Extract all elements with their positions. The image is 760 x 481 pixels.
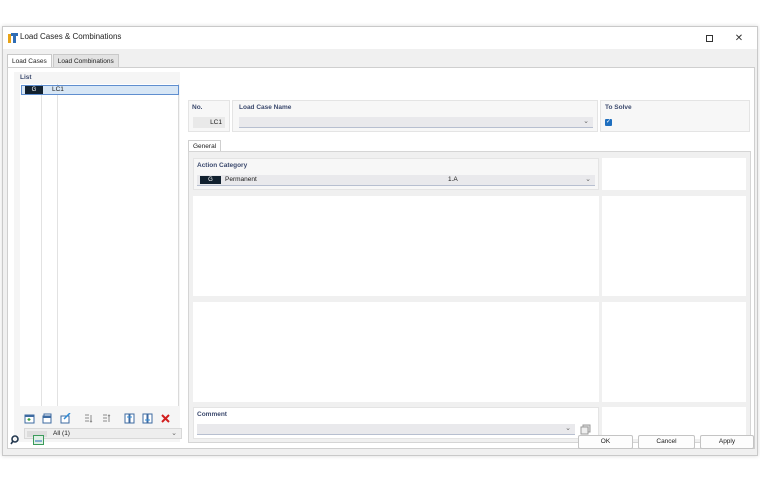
tab-load-combinations[interactable]: Load Combinations xyxy=(52,54,119,67)
chevron-down-icon: ⌄ xyxy=(171,430,177,437)
export-icon[interactable] xyxy=(142,413,153,424)
empty-panel xyxy=(193,302,599,402)
name-label: Load Case Name xyxy=(239,104,292,111)
search-icon[interactable] xyxy=(10,435,20,445)
filter-value: All (1) xyxy=(53,430,70,437)
tab-load-cases[interactable]: Load Cases xyxy=(7,54,52,67)
chevron-down-icon: ⌄ xyxy=(585,176,591,183)
general-tab-area: Action Category G Permanent 1.A ⌄ Commen… xyxy=(188,151,751,443)
action-category-panel: Action Category G Permanent 1.A ⌄ xyxy=(193,158,599,190)
to-solve-panel: To Solve ✓ xyxy=(600,100,750,132)
list-item-label: LC1 xyxy=(52,86,64,93)
chevron-down-icon: ⌄ xyxy=(583,118,589,125)
title-bar: Load Cases & Combinations ✕ xyxy=(3,27,757,49)
list-filter-dropdown[interactable]: All (1) ⌄ xyxy=(24,428,182,439)
side-panel xyxy=(602,196,746,296)
side-panel xyxy=(602,302,746,402)
load-cases-dialog: Load Cases & Combinations ✕ Load Cases L… xyxy=(2,26,758,456)
copy-comment-icon[interactable] xyxy=(580,424,592,435)
number-label: No. xyxy=(192,104,203,111)
sort-icon[interactable] xyxy=(101,413,112,424)
list-item[interactable]: G LC1 xyxy=(21,85,179,95)
delete-icon[interactable] xyxy=(160,413,171,424)
to-solve-label: To Solve xyxy=(605,104,632,111)
list-column xyxy=(42,84,58,406)
tab-bar: Load Cases Load Combinations xyxy=(7,54,120,67)
import-icon[interactable] xyxy=(124,413,135,424)
close-icon: ✕ xyxy=(734,32,744,44)
list-column xyxy=(20,84,42,406)
renumber-icon[interactable] xyxy=(83,413,94,424)
maximize-icon xyxy=(705,34,713,42)
load-case-name-input[interactable]: ⌄ xyxy=(239,117,593,128)
number-panel: No. LC1 xyxy=(188,100,230,132)
action-category-code: 1.A xyxy=(448,176,458,183)
name-panel: Load Case Name ⌄ xyxy=(232,100,598,132)
units-icon[interactable] xyxy=(33,435,44,445)
edit-icon[interactable] xyxy=(60,412,71,424)
ok-button[interactable]: OK xyxy=(578,435,633,449)
main-content: List G LC1 All (1) ⌄ No. LC1 Load Case N… xyxy=(7,67,755,449)
list-label: List xyxy=(20,74,32,81)
maximize-button[interactable] xyxy=(695,27,723,49)
app-icon xyxy=(8,33,18,43)
chevron-down-icon: ⌄ xyxy=(565,425,571,432)
new-icon[interactable] xyxy=(24,413,35,424)
empty-panel xyxy=(193,196,599,296)
to-solve-checkbox[interactable]: ✓ xyxy=(605,119,612,126)
category-badge: G xyxy=(200,176,221,184)
side-panel xyxy=(602,158,746,190)
category-badge: G xyxy=(25,86,43,94)
close-button[interactable]: ✕ xyxy=(725,27,753,49)
load-case-number: LC1 xyxy=(193,117,225,128)
action-category-label: Action Category xyxy=(197,162,248,169)
list-panel: List G LC1 All (1) ⌄ xyxy=(14,72,182,442)
comment-panel: Comment ⌄ xyxy=(193,407,599,439)
action-category-value: Permanent xyxy=(225,176,257,183)
apply-button[interactable]: Apply xyxy=(700,435,754,449)
list-toolbar xyxy=(24,412,178,424)
comment-input[interactable]: ⌄ xyxy=(197,424,575,435)
copy-icon[interactable] xyxy=(42,413,53,424)
window-title: Load Cases & Combinations xyxy=(20,32,122,41)
load-case-list[interactable]: G LC1 xyxy=(20,84,179,406)
action-category-dropdown[interactable]: G Permanent 1.A ⌄ xyxy=(197,175,595,186)
comment-label: Comment xyxy=(197,411,227,418)
cancel-button[interactable]: Cancel xyxy=(638,435,695,449)
